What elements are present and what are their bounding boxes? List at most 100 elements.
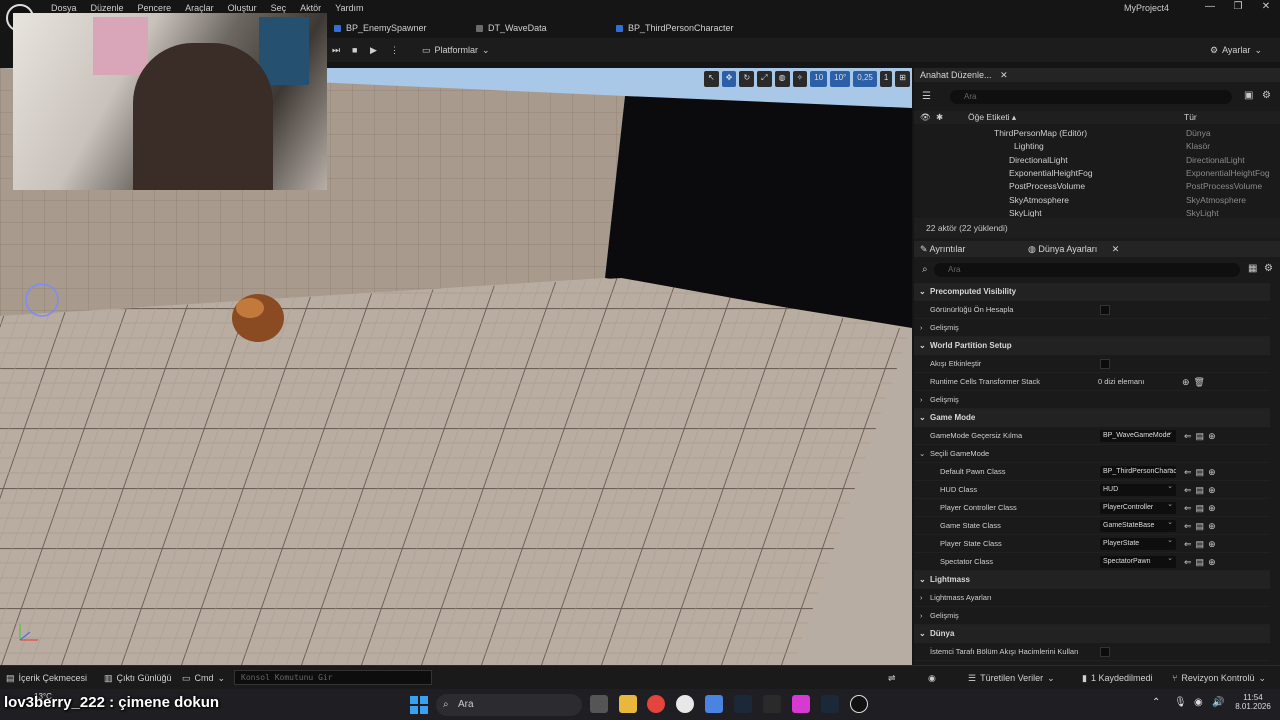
tab-wave-data[interactable]: DT_WaveData	[476, 20, 547, 36]
gear-icon[interactable]: ⚙	[1262, 90, 1271, 101]
use-selected-icon[interactable]: ⇐	[1184, 517, 1192, 535]
camera-speed-value[interactable]: 1	[879, 71, 893, 87]
close-icon[interactable]: ✕	[1000, 70, 1008, 80]
use-selected-icon[interactable]: ⇐	[1184, 427, 1192, 445]
checkbox[interactable]	[1100, 647, 1110, 657]
add-icon[interactable]: ⊕	[1208, 535, 1216, 553]
grid-snap-value[interactable]: 10	[810, 71, 828, 87]
browse-icon[interactable]: ▤	[1196, 535, 1205, 553]
task-view-icon[interactable]	[590, 695, 608, 713]
close-button[interactable]: ✕	[1252, 0, 1280, 14]
select-mode-icon[interactable]: ↖	[704, 71, 719, 87]
folder-add-icon[interactable]: ▣	[1244, 90, 1253, 101]
outliner-search[interactable]: Ara	[950, 90, 1232, 104]
rotate-icon[interactable]: ↻	[739, 71, 755, 87]
details-search[interactable]: Ara	[934, 263, 1240, 277]
browse-icon[interactable]: ▤	[1196, 481, 1205, 499]
platforms-button[interactable]: ▭ Platformlar ⌄	[422, 43, 490, 57]
tab-details[interactable]: ✎ Ayrıntılar	[920, 241, 965, 257]
add-icon[interactable]: ⊕	[1208, 553, 1216, 571]
revision-control-button[interactable]: ⑂ Revizyon Kontrolü ⌄	[1172, 671, 1266, 685]
list-item[interactable]: SkyAtmosphere SkyAtmosphere	[914, 194, 1280, 207]
list-item[interactable]: PostProcessVolume PostProcessVolume	[914, 180, 1280, 193]
filter-icon[interactable]: ☰	[922, 91, 931, 102]
eye-icon[interactable]: 👁	[920, 111, 931, 124]
skip-icon[interactable]: ⏭	[332, 43, 340, 57]
trace-icon[interactable]: ⇌	[888, 671, 896, 685]
checkbox[interactable]	[1100, 359, 1110, 369]
expandable-row[interactable]: › Gelişmiş	[914, 391, 1270, 409]
world-space-icon[interactable]: ◍	[774, 71, 790, 87]
taskbar-search[interactable]: ⌕ Ara	[436, 694, 582, 716]
record-icon[interactable]: ◉	[928, 671, 936, 685]
use-selected-icon[interactable]: ⇐	[1184, 535, 1192, 553]
class-dropdown[interactable]: SpectatorPawn	[1100, 556, 1176, 568]
browse-icon[interactable]: ▤	[1196, 427, 1205, 445]
class-dropdown[interactable]: BP_ThirdPersonCharacter	[1100, 466, 1176, 478]
tab-enemy-spawner[interactable]: BP_EnemySpawner	[334, 20, 427, 36]
class-dropdown[interactable]: GameStateBase	[1100, 520, 1176, 532]
gear-icon[interactable]: ⚙	[1264, 263, 1273, 274]
add-icon[interactable]: ⊕	[1208, 517, 1216, 535]
rotation-snap-value[interactable]: 10°	[830, 71, 851, 87]
stop-icon[interactable]: ■	[352, 43, 357, 57]
scale-icon[interactable]: ⤢	[757, 71, 772, 87]
epic-games-icon[interactable]	[763, 695, 781, 713]
chrome-icon[interactable]	[647, 695, 665, 713]
steam-icon[interactable]	[821, 695, 839, 713]
browse-icon[interactable]: ▤	[1196, 517, 1205, 535]
section-header[interactable]: ⌄ Dünya	[914, 625, 1270, 643]
list-item[interactable]: SkyLight SkyLight	[914, 207, 1280, 217]
outliner-tab[interactable]: Anahat Düzenle... ✕	[920, 68, 1008, 82]
class-dropdown[interactable]: HUD	[1100, 484, 1176, 496]
translate-icon[interactable]: ✥	[721, 71, 737, 87]
list-item[interactable]: ExponentialHeightFog ExponentialHeightFog	[914, 167, 1280, 180]
more-options-icon[interactable]: ⋮	[390, 43, 399, 57]
expandable-row[interactable]: › Lightmass Ayarları	[914, 589, 1270, 607]
expandable-row[interactable]: › Gelişmiş	[914, 607, 1270, 625]
col-item-label[interactable]: Öğe Etiketi ▴	[968, 111, 1016, 124]
unsaved-button[interactable]: ▮ 1 Kaydedilmedi	[1082, 671, 1153, 685]
surface-snap-icon[interactable]: ✧	[792, 71, 808, 87]
play-button[interactable]: ▶	[370, 43, 377, 57]
browse-icon[interactable]: ▤	[1196, 553, 1205, 571]
trash-icon[interactable]: 🗑	[1194, 373, 1205, 391]
col-type[interactable]: Tür	[1184, 111, 1197, 124]
add-icon[interactable]: ⊕	[1182, 373, 1190, 391]
volume-icon[interactable]: 🔊	[1212, 697, 1224, 708]
steam-icon[interactable]	[734, 695, 752, 713]
add-icon[interactable]: ⊕	[1208, 481, 1216, 499]
use-selected-icon[interactable]: ⇐	[1184, 553, 1192, 571]
class-dropdown[interactable]: PlayerState	[1100, 538, 1176, 550]
derived-data-button[interactable]: ☰ Türetilen Veriler ⌄	[968, 671, 1055, 685]
menu-help[interactable]: Yardım	[328, 2, 370, 14]
checkbox[interactable]	[1100, 305, 1110, 315]
maximize-viewport-icon[interactable]: ⊞	[895, 71, 910, 87]
add-icon[interactable]: ⊕	[1208, 427, 1216, 445]
console-input[interactable]: Konsol Komutunu Gir	[234, 670, 432, 685]
tab-world-settings[interactable]: ◍ Dünya Ayarları ✕	[1028, 241, 1119, 257]
scale-snap-value[interactable]: 0,25	[853, 71, 877, 87]
use-selected-icon[interactable]: ⇐	[1184, 481, 1192, 499]
close-icon[interactable]: ✕	[1112, 244, 1120, 254]
expandable-row[interactable]: › Gelişmiş	[914, 319, 1270, 337]
class-dropdown[interactable]: BP_WaveGameMode	[1100, 430, 1176, 442]
output-log-button[interactable]: ▥ Çıktı Günlüğü	[104, 671, 172, 685]
network-icon[interactable]: ◉	[1194, 697, 1203, 708]
subsection-row[interactable]: ⌄ Seçili GameMode	[914, 445, 1270, 463]
cmd-dropdown[interactable]: ▭ Cmd ⌄	[182, 671, 225, 685]
browse-icon[interactable]: ▤	[1196, 463, 1205, 481]
use-selected-icon[interactable]: ⇐	[1184, 499, 1192, 517]
list-item[interactable]: DirectionalLight DirectionalLight	[914, 154, 1280, 167]
section-header[interactable]: ⌄ Lightmass	[914, 571, 1270, 589]
table-view-icon[interactable]: ▦	[1248, 263, 1257, 274]
content-drawer-button[interactable]: ▤ İçerik Çekmecesi	[6, 671, 87, 685]
tab-third-person-character[interactable]: BP_ThirdPersonCharacter	[616, 20, 734, 36]
list-item[interactable]: Lighting Klasör	[914, 140, 1280, 153]
section-header[interactable]: ⌄ Precomputed Visibility	[914, 283, 1270, 301]
file-explorer-icon[interactable]	[619, 695, 637, 713]
microphone-icon[interactable]: 🎙	[1174, 697, 1187, 708]
tray-chevron-icon[interactable]: ⌃	[1152, 697, 1160, 708]
app-icon[interactable]	[792, 695, 810, 713]
list-item[interactable]: ThirdPersonMap (Editör) Dünya	[914, 127, 1280, 140]
